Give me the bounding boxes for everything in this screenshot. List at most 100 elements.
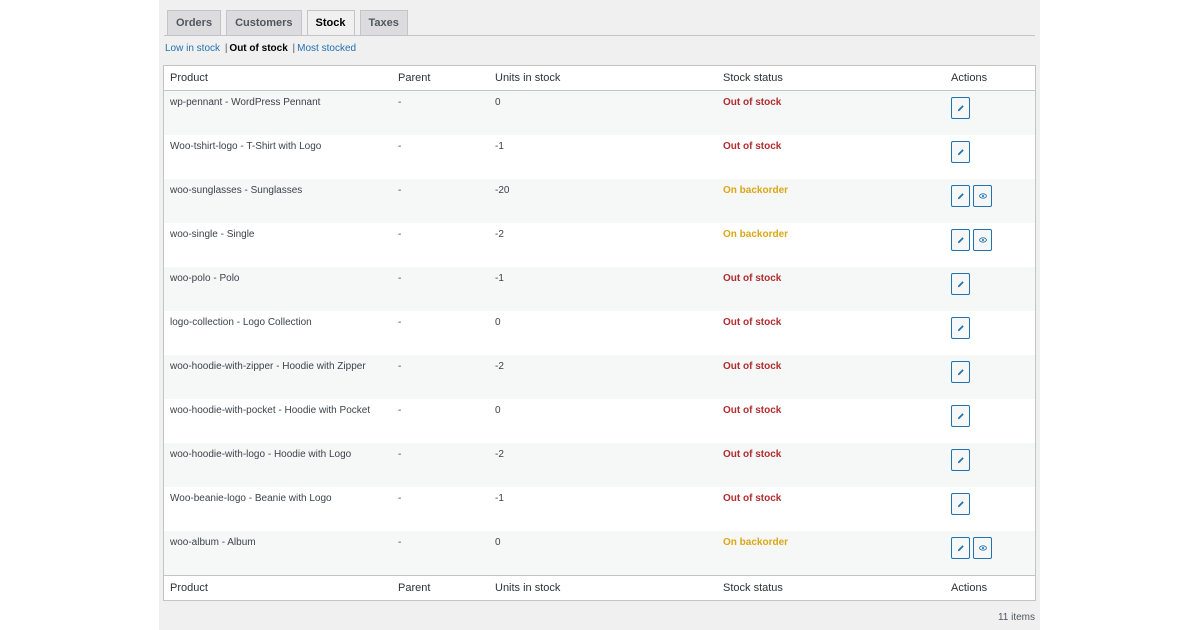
column-header-actions: Actions — [945, 66, 1035, 91]
table-row: woo-hoodie-with-logo - Hoodie with Logo -… — [164, 443, 1035, 487]
product-name: woo-single - Single — [170, 229, 255, 240]
eye-icon — [978, 544, 987, 552]
table-row: Woo-tshirt-logo - T-Shirt with Logo - -1 Ou… — [164, 135, 1035, 179]
status-cell: Out of stock — [717, 91, 945, 136]
edit-button[interactable] — [951, 493, 970, 515]
parent-value: - — [398, 185, 402, 196]
actions-cell — [945, 135, 1035, 179]
units-cell: 0 — [489, 399, 717, 443]
status-cell: Out of stock — [717, 311, 945, 355]
actions-cell — [945, 399, 1035, 443]
tab-taxes[interactable]: Taxes — [359, 10, 408, 35]
status-cell: Out of stock — [717, 487, 945, 531]
stock-filter-links: Low in stock | Out of stock | Most stocked — [165, 43, 356, 54]
column-footer-actions: Actions — [945, 575, 1035, 600]
edit-button[interactable] — [951, 185, 970, 207]
product-cell: woo-hoodie-with-zipper - Hoodie with Zip… — [164, 355, 392, 399]
product-name: woo-hoodie-with-zipper - Hoodie with Zip… — [170, 361, 366, 372]
pencil-icon — [957, 280, 965, 288]
tab-orders[interactable]: Orders — [167, 10, 222, 35]
status-cell: On backorder — [717, 531, 945, 576]
edit-button[interactable] — [951, 273, 970, 295]
view-button[interactable] — [973, 229, 992, 251]
edit-button[interactable] — [951, 317, 970, 339]
product-name: woo-hoodie-with-logo - Hoodie with Logo — [170, 449, 352, 460]
parent-value: - — [398, 361, 402, 372]
stock-status: Out of stock — [723, 361, 782, 372]
eye-icon — [978, 192, 987, 200]
stock-table-container: Product Parent Units in stock Stock stat… — [163, 65, 1036, 601]
column-header-units: Units in stock — [489, 66, 717, 91]
parent-value: - — [398, 537, 402, 548]
tab-stock[interactable]: Stock — [306, 10, 355, 36]
stock-status: On backorder — [723, 537, 789, 548]
table-row: logo-collection - Logo Collection - 0 Out o… — [164, 311, 1035, 355]
parent-cell: - — [392, 267, 489, 311]
parent-cell: - — [392, 223, 489, 267]
stock-status: Out of stock — [723, 273, 782, 284]
product-cell: woo-album - Album — [164, 531, 392, 576]
parent-cell: - — [392, 91, 489, 136]
parent-cell: - — [392, 443, 489, 487]
view-button[interactable] — [973, 537, 992, 559]
pencil-icon — [957, 412, 965, 420]
stock-status: Out of stock — [723, 141, 782, 152]
column-footer-units: Units in stock — [489, 575, 717, 600]
edit-button[interactable] — [951, 449, 970, 471]
pencil-icon — [957, 236, 965, 244]
pencil-icon — [957, 500, 965, 508]
column-footer-product: Product — [164, 575, 392, 600]
filter-low-in-stock[interactable]: Low in stock — [165, 43, 220, 54]
filter-out-of-stock[interactable]: Out of stock — [229, 43, 287, 54]
actions-cell — [945, 487, 1035, 531]
column-footer-parent: Parent — [392, 575, 489, 600]
units-value: -2 — [495, 361, 504, 372]
units-value: -2 — [495, 229, 504, 240]
filter-most-stocked[interactable]: Most stocked — [297, 43, 356, 54]
stock-status: On backorder — [723, 229, 789, 240]
tab-customers[interactable]: Customers — [226, 10, 302, 35]
stock-status: Out of stock — [723, 405, 782, 416]
units-cell: -20 — [489, 179, 717, 223]
product-name: Woo-beanie-logo - Beanie with Logo — [170, 493, 332, 504]
parent-cell: - — [392, 531, 489, 576]
stock-table: Product Parent Units in stock Stock stat… — [164, 66, 1035, 600]
row-actions — [951, 223, 1029, 251]
units-cell: 0 — [489, 311, 717, 355]
stock-status: Out of stock — [723, 97, 782, 108]
status-cell: Out of stock — [717, 399, 945, 443]
edit-button[interactable] — [951, 361, 970, 383]
eye-icon — [978, 236, 987, 244]
actions-cell — [945, 443, 1035, 487]
units-value: -1 — [495, 493, 504, 504]
view-button[interactable] — [973, 185, 992, 207]
pencil-icon — [957, 456, 965, 464]
row-actions — [951, 311, 1029, 339]
edit-button[interactable] — [951, 537, 970, 559]
units-value: -2 — [495, 449, 504, 460]
filter-separator: | — [224, 43, 228, 54]
edit-button[interactable] — [951, 405, 970, 427]
product-cell: woo-single - Single — [164, 223, 392, 267]
parent-value: - — [398, 405, 402, 416]
column-header-product: Product — [164, 66, 392, 91]
edit-button[interactable] — [951, 97, 970, 119]
units-value: -1 — [495, 273, 504, 284]
edit-button[interactable] — [951, 141, 970, 163]
row-actions — [951, 267, 1029, 295]
column-header-parent: Parent — [392, 66, 489, 91]
edit-button[interactable] — [951, 229, 970, 251]
product-name: woo-sunglasses - Sunglasses — [170, 185, 303, 196]
stock-status: On backorder — [723, 185, 789, 196]
pencil-icon — [957, 104, 965, 112]
table-row: woo-hoodie-with-zipper - Hoodie with Zip… — [164, 355, 1035, 399]
filter-separator: | — [292, 43, 296, 54]
parent-cell: - — [392, 311, 489, 355]
pencil-icon — [957, 192, 965, 200]
product-cell: woo-hoodie-with-logo - Hoodie with Logo — [164, 443, 392, 487]
status-cell: Out of stock — [717, 355, 945, 399]
table-row: Woo-beanie-logo - Beanie with Logo - -1 Out… — [164, 487, 1035, 531]
units-cell: -2 — [489, 355, 717, 399]
parent-value: - — [398, 449, 402, 460]
units-value: 0 — [495, 405, 501, 416]
